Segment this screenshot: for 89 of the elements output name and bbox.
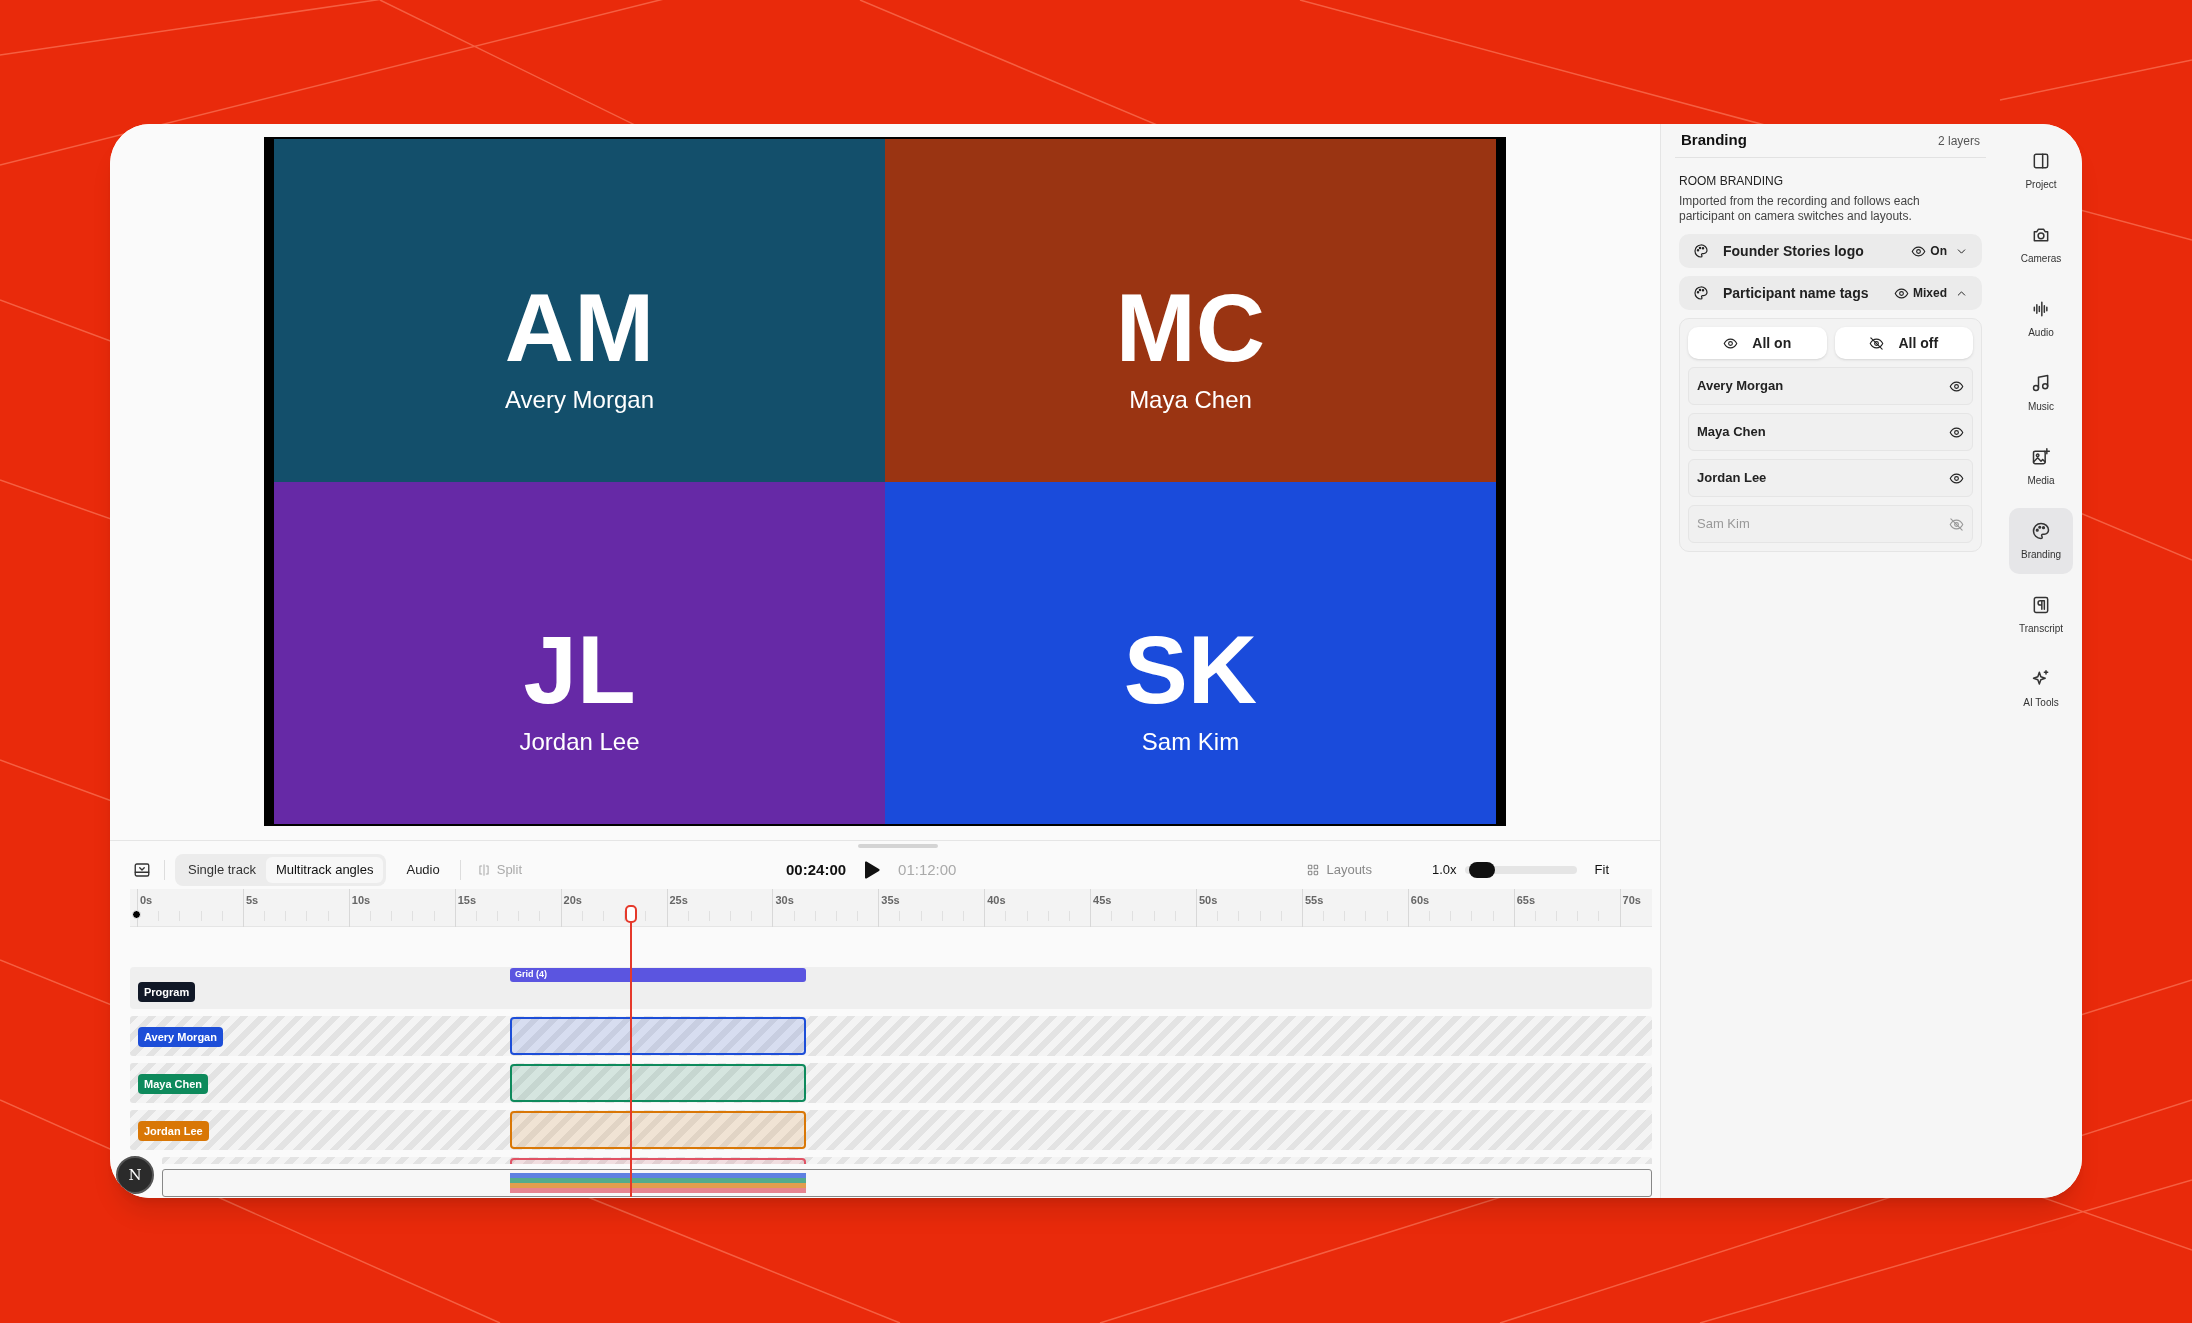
participant-name: Jordan Lee — [519, 727, 640, 757]
track-label: Maya Chen — [138, 1074, 209, 1094]
fit-button[interactable]: Fit — [1594, 860, 1610, 880]
sidebar-tab[interactable]: Branding — [2009, 508, 2073, 574]
total-duration: 01:12:00 — [898, 859, 957, 880]
camera-clip[interactable] — [510, 1111, 806, 1149]
ruler-label: 45s — [1093, 893, 1112, 908]
current-time: 00:24:00 — [786, 859, 847, 880]
initials: JL — [523, 622, 636, 718]
ruler-label: 70s — [1622, 893, 1641, 908]
image-plus-icon — [2031, 446, 2051, 467]
panel-toggle-icon — [133, 861, 151, 879]
layer-status: Mixed — [1913, 285, 1947, 302]
timeline-minimap[interactable] — [162, 1169, 1652, 1197]
sidebar-tab[interactable]: AI Tools — [2009, 656, 2073, 722]
eye-slash-icon — [1869, 335, 1885, 351]
show-all-button[interactable]: All on — [1688, 327, 1827, 359]
participant-name: Avery Morgan — [1697, 377, 1785, 396]
eye-icon — [1949, 470, 1964, 486]
layer-count: 2 layers — [1937, 132, 1980, 150]
mode-tab[interactable]: Multitrack angles — [265, 857, 384, 883]
ruler-label: 5s — [245, 893, 259, 908]
ruler-label: 15s — [457, 893, 477, 908]
participant-name: Sam Kim — [1697, 515, 1751, 534]
pilcrow-icon — [2031, 594, 2051, 615]
ruler-label: 30s — [775, 893, 794, 908]
ruler-label: 50s — [1199, 893, 1218, 908]
ruler-label: 40s — [987, 893, 1006, 908]
participant-row[interactable]: Avery Morgan — [1688, 367, 1973, 405]
participant-name: Jordan Lee — [1697, 469, 1768, 488]
ruler-label: 0s — [140, 893, 153, 908]
ruler-label: 55s — [1304, 893, 1324, 908]
resize-handle[interactable] — [858, 844, 938, 848]
layer-status: On — [1930, 243, 1947, 260]
zoom-slider-thumb[interactable] — [1468, 862, 1495, 878]
zoom-value: 1.0x — [1432, 861, 1457, 880]
eye-icon — [1723, 335, 1739, 351]
camera-clip[interactable] — [510, 1017, 806, 1055]
eye-icon — [1949, 378, 1964, 394]
ruler-label: 10s — [351, 893, 371, 908]
sidebar-tab[interactable]: Music — [2009, 360, 2073, 426]
audio-button[interactable]: Audio — [402, 857, 444, 883]
sidebar-tab[interactable]: Audio — [2009, 286, 2073, 352]
participant-row[interactable]: Jordan Lee — [1688, 459, 1973, 497]
grid-icon — [1306, 863, 1321, 877]
ruler-label: 60s — [1410, 893, 1430, 908]
sidebar-tab[interactable]: Cameras — [2009, 212, 2073, 278]
participant-name: Avery Morgan — [505, 384, 654, 415]
eye-icon — [1949, 424, 1964, 440]
eye-slash-icon — [1949, 516, 1964, 532]
sidebar-tab[interactable]: Project — [2009, 138, 2073, 204]
sidebar-tab[interactable]: Transcript — [2009, 582, 2073, 648]
participant-name: Sam Kim — [1141, 727, 1240, 757]
initials: SK — [1123, 622, 1258, 718]
play-icon — [864, 861, 881, 879]
eye-icon — [1894, 285, 1909, 301]
participant-name: Maya Chen — [1697, 423, 1767, 442]
palette-icon — [2031, 520, 2051, 541]
eye-icon — [1911, 243, 1927, 259]
camera-clip[interactable] — [510, 1064, 806, 1102]
playhead[interactable] — [624, 905, 637, 1197]
split-icon — [476, 863, 491, 877]
user-avatar[interactable]: N — [116, 1156, 154, 1194]
section-description: Imported from the recording and follows each participant on camera switches and layouts. — [1679, 194, 1921, 224]
initials: MC — [1115, 279, 1266, 376]
layer-name: Participant name tags — [1723, 283, 1870, 303]
ruler-label: 20s — [563, 893, 582, 908]
track-label: Program — [138, 982, 196, 1002]
track-label: Jordan Lee — [138, 1121, 209, 1141]
hide-all-button[interactable]: All off — [1834, 327, 1973, 359]
ruler-label: 35s — [881, 893, 900, 908]
mode-tab[interactable]: Single track — [178, 857, 266, 883]
track-label: Avery Morgan — [138, 1027, 223, 1047]
participant-row[interactable]: Maya Chen — [1688, 413, 1973, 451]
music-note-icon — [2031, 372, 2051, 393]
sidebar-tab[interactable]: Media — [2009, 434, 2073, 500]
branding-layer-row[interactable]: Founder Stories logo On — [1679, 234, 1982, 268]
section-heading: ROOM BRANDING — [1679, 173, 1784, 190]
ruler-label: 65s — [1516, 893, 1536, 908]
palette-icon — [1693, 285, 1709, 301]
initials: AM — [504, 279, 655, 376]
ruler-label: 25s — [669, 893, 688, 908]
panel-title: Branding — [1681, 130, 1747, 151]
layer-name: Founder Stories logo — [1723, 241, 1865, 261]
branding-layer-row[interactable]: Participant name tags Mixed — [1679, 276, 1982, 310]
participant-name: Maya Chen — [1129, 384, 1252, 415]
palette-icon — [1693, 243, 1709, 259]
layouts-button[interactable]: Layouts — [1306, 860, 1372, 880]
layout-clip[interactable]: Grid (4) — [510, 968, 806, 982]
